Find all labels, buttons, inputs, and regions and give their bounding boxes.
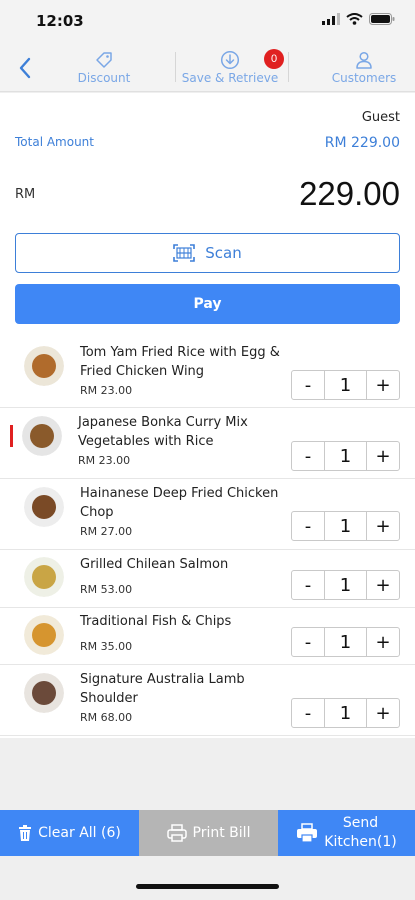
order-item-row[interactable]: Grilled Chilean Salmon RM 53.00 - 1 +: [0, 550, 415, 608]
food-thumbnail: [24, 673, 64, 713]
quantity-stepper: - 1 +: [291, 370, 400, 400]
item-name: Japanese Bonka Curry Mix Vegetables with…: [78, 415, 248, 449]
food-thumbnail: [22, 416, 62, 456]
increase-qty-button[interactable]: +: [367, 512, 399, 540]
increase-qty-button[interactable]: +: [367, 371, 399, 399]
customer-name: Guest: [361, 110, 400, 125]
scan-label: Scan: [205, 244, 242, 262]
food-thumbnail: [24, 615, 64, 655]
barcode-scan-icon: [173, 244, 196, 262]
order-item-row[interactable]: Signature Australia Lamb Shoulder RM 68.…: [0, 665, 415, 736]
printer-icon: [166, 824, 187, 842]
total-amount-label: Total Amount: [15, 135, 94, 149]
food-photo-fill: [32, 681, 56, 705]
item-name: Grilled Chilean Salmon: [80, 557, 229, 572]
status-icons: [322, 13, 395, 25]
decrease-qty-button[interactable]: -: [292, 512, 324, 540]
currency-label: RM: [15, 187, 36, 202]
download-circle-icon: [220, 50, 240, 70]
increase-qty-button[interactable]: +: [367, 699, 399, 727]
food-photo-fill: [32, 495, 56, 519]
quantity-value: 1: [324, 442, 367, 470]
toolbar-divider: [175, 52, 176, 82]
decrease-qty-button[interactable]: -: [292, 699, 324, 727]
print-bill-button[interactable]: Print Bill: [139, 810, 278, 856]
clear-all-button[interactable]: Clear All (6): [0, 810, 139, 856]
trash-icon: [19, 825, 32, 841]
item-price: RM 53.00: [80, 583, 133, 596]
discount-label: Discount: [77, 71, 131, 85]
signal-icon: [322, 13, 340, 25]
item-name: Signature Australia Lamb Shoulder: [80, 672, 245, 706]
decrease-qty-button[interactable]: -: [292, 442, 324, 470]
item-price: RM 35.00: [80, 640, 133, 653]
send-kitchen-line2: Kitchen(1): [324, 834, 397, 850]
discount-button[interactable]: Discount: [74, 50, 134, 85]
clear-all-label: Clear All (6): [38, 825, 121, 841]
quantity-value: 1: [324, 699, 367, 727]
saved-count-badge: 0: [264, 49, 284, 69]
item-price: RM 23.00: [80, 384, 133, 397]
customers-button[interactable]: Customers: [328, 50, 400, 85]
amount-display: 229.00: [299, 175, 400, 212]
quantity-value: 1: [324, 371, 367, 399]
decrease-qty-button[interactable]: -: [292, 371, 324, 399]
user-icon: [356, 51, 372, 69]
increase-qty-button[interactable]: +: [367, 442, 399, 470]
item-price: RM 23.00: [78, 454, 131, 467]
send-kitchen-button[interactable]: Send Kitchen(1): [278, 810, 415, 856]
food-thumbnail: [24, 557, 64, 597]
quantity-value: 1: [324, 628, 367, 656]
decrease-qty-button[interactable]: -: [292, 571, 324, 599]
order-panel: Guest Total Amount RM 229.00 RM 229.00 S…: [0, 93, 415, 738]
quantity-value: 1: [324, 512, 367, 540]
pay-button[interactable]: Pay: [15, 284, 400, 324]
total-amount-value: RM 229.00: [324, 135, 400, 151]
food-photo-fill: [32, 565, 56, 589]
status-time: 12:03: [36, 12, 84, 30]
status-bar: 12:03: [0, 0, 415, 44]
food-thumbnail: [24, 487, 64, 527]
increase-qty-button[interactable]: +: [367, 571, 399, 599]
send-kitchen-line1: Send: [342, 815, 379, 831]
send-kitchen-text: Send Kitchen(1): [324, 814, 396, 852]
save-retrieve-label: Save & Retrieve: [181, 71, 279, 85]
item-name: Tom Yam Fried Rice with Egg & Fried Chic…: [80, 345, 280, 379]
quantity-stepper: - 1 +: [291, 441, 400, 471]
food-photo-fill: [32, 623, 56, 647]
decrease-qty-button[interactable]: -: [292, 628, 324, 656]
order-item-row[interactable]: Hainanese Deep Fried Chicken Chop RM 27.…: [0, 479, 415, 550]
battery-icon: [369, 13, 395, 25]
order-item-row[interactable]: Japanese Bonka Curry Mix Vegetables with…: [0, 408, 415, 479]
customers-label: Customers: [331, 71, 397, 85]
order-item-row[interactable]: Traditional Fish & Chips RM 35.00 - 1 +: [0, 608, 415, 665]
quantity-stepper: - 1 +: [291, 698, 400, 728]
order-item-row[interactable]: Tom Yam Fried Rice with Egg & Fried Chic…: [0, 338, 415, 408]
wifi-icon: [346, 13, 363, 25]
selected-item-marker: [10, 425, 13, 447]
print-bill-label: Print Bill: [192, 825, 251, 841]
food-thumbnail: [24, 346, 64, 386]
quantity-stepper: - 1 +: [291, 570, 400, 600]
home-indicator: [136, 884, 279, 889]
item-name: Hainanese Deep Fried Chicken Chop: [80, 486, 279, 520]
food-photo-fill: [30, 424, 54, 448]
quantity-stepper: - 1 +: [291, 627, 400, 657]
quantity-value: 1: [324, 571, 367, 599]
printer-icon: [297, 823, 318, 843]
top-toolbar: Discount Save & Retrieve 0 Customers: [0, 44, 415, 92]
food-photo-fill: [32, 354, 56, 378]
increase-qty-button[interactable]: +: [367, 628, 399, 656]
back-chevron-icon[interactable]: [14, 56, 38, 80]
item-price: RM 27.00: [80, 525, 133, 538]
quantity-stepper: - 1 +: [291, 511, 400, 541]
bottom-action-bar: Clear All (6) Print Bill Send Kitchen(1): [0, 810, 415, 856]
tag-icon: [96, 52, 112, 68]
toolbar-divider: [288, 52, 289, 82]
scan-button[interactable]: Scan: [15, 233, 400, 273]
item-price: RM 68.00: [80, 711, 133, 724]
order-items-list: Tom Yam Fried Rice with Egg & Fried Chic…: [0, 338, 415, 736]
item-name: Traditional Fish & Chips: [80, 614, 232, 629]
